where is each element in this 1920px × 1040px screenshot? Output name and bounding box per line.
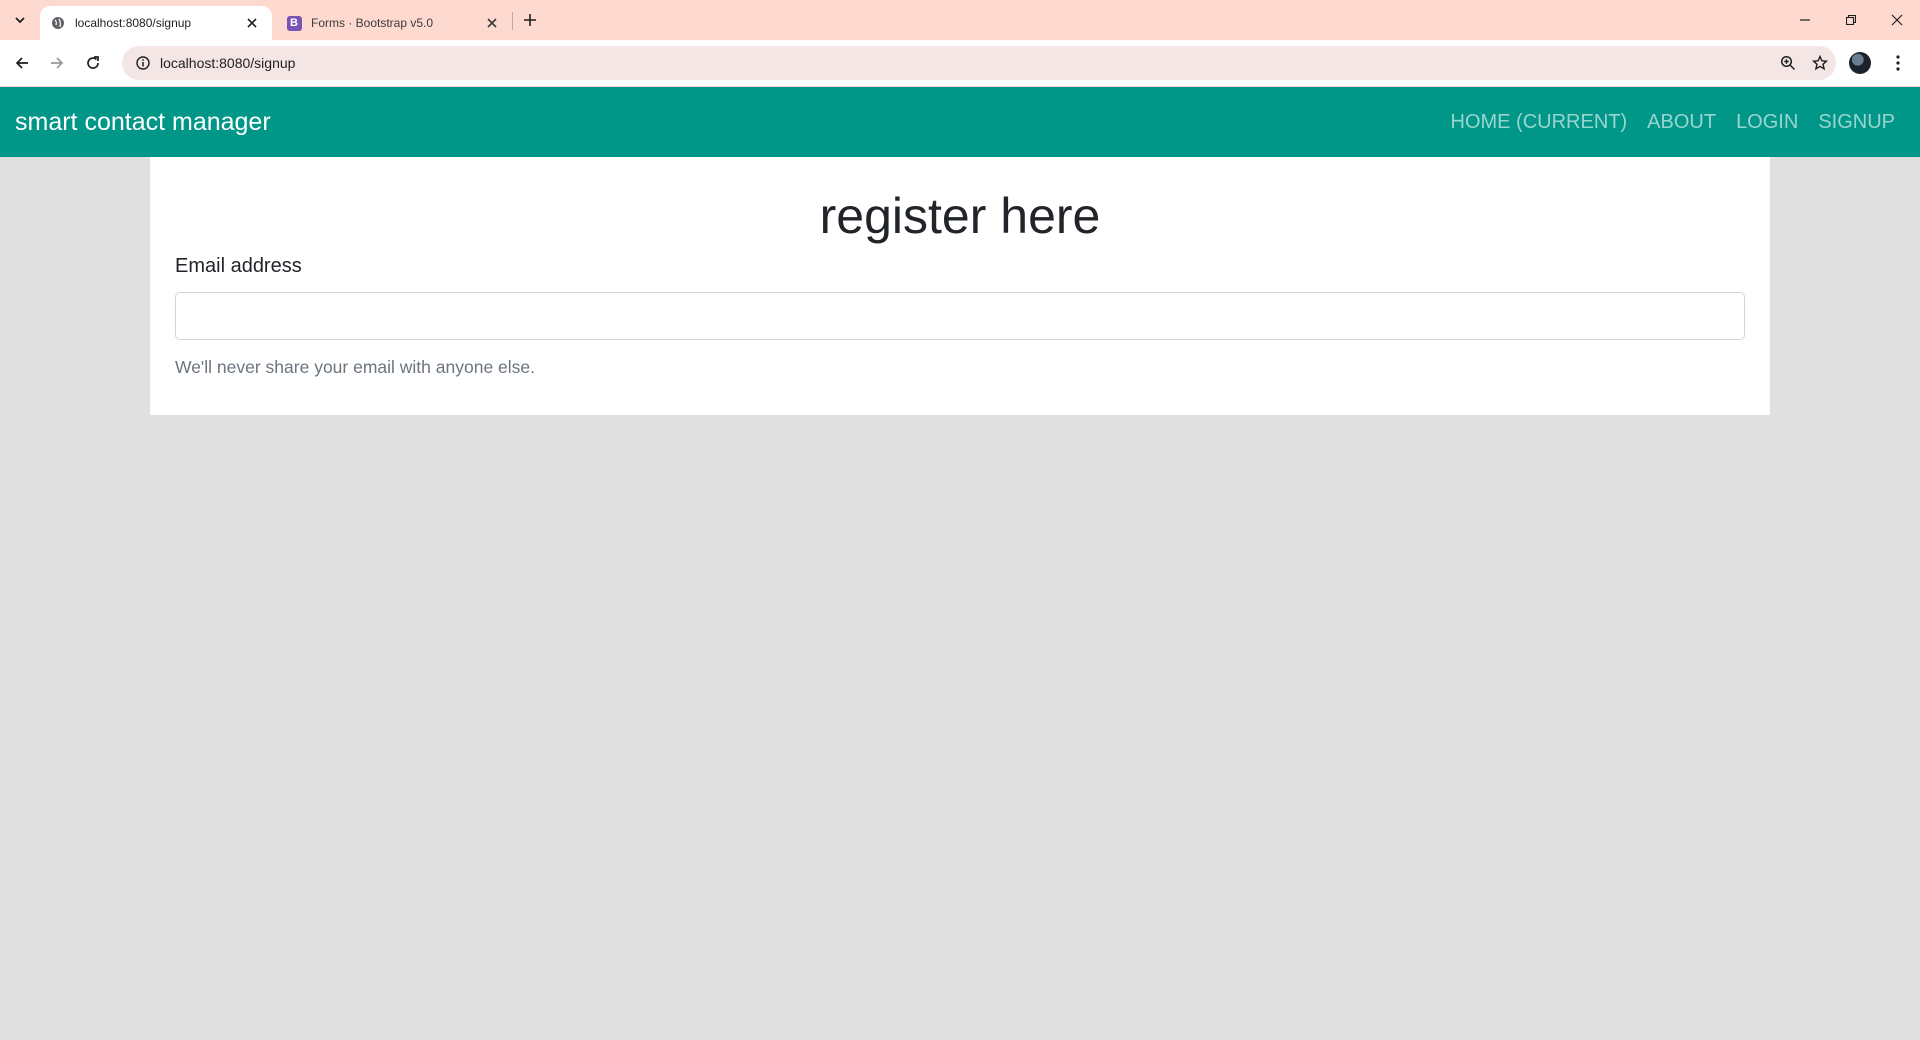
- nav-link-home[interactable]: Home (current): [1451, 111, 1628, 134]
- minimize-icon: [1800, 19, 1810, 21]
- page-title: register here: [819, 188, 1101, 244]
- address-bar[interactable]: localhost:8080/signup: [122, 46, 1836, 80]
- new-tab-button[interactable]: [520, 9, 540, 31]
- nav-link-about[interactable]: About: [1647, 111, 1716, 134]
- tab-title: Forms · Bootstrap v5.0: [311, 16, 434, 30]
- browser-menu-button[interactable]: [1886, 50, 1910, 76]
- window-controls: [1782, 0, 1920, 40]
- close-tab-icon[interactable]: [242, 13, 262, 33]
- back-button[interactable]: [9, 50, 35, 76]
- star-icon: [1812, 55, 1828, 71]
- address-bar-url: localhost:8080/signup: [160, 55, 296, 71]
- arrow-right-icon: [51, 57, 64, 69]
- bookmark-button[interactable]: [1804, 46, 1836, 80]
- close-tab-icon[interactable]: [482, 13, 502, 33]
- tab-title: localhost:8080/signup: [75, 16, 192, 30]
- forward-button[interactable]: [44, 50, 70, 76]
- nav-link-signup[interactable]: Signup: [1818, 111, 1895, 134]
- minimize-button[interactable]: [1782, 0, 1828, 40]
- app-navbar: smart contact manager Home (current) Abo…: [0, 87, 1920, 157]
- restore-button[interactable]: [1828, 0, 1874, 40]
- reload-button[interactable]: [80, 50, 106, 76]
- nav-link-login[interactable]: Login: [1736, 111, 1798, 134]
- more-vertical-icon: [1896, 55, 1900, 71]
- signup-card: register here Email address We'll never …: [150, 157, 1770, 415]
- brand-link[interactable]: smart contact manager: [15, 87, 271, 157]
- page-body: smart contact manager Home (current) Abo…: [0, 87, 1920, 1040]
- profile-avatar[interactable]: [1849, 52, 1871, 74]
- tab-divider: [512, 12, 513, 30]
- close-icon: [1891, 14, 1903, 26]
- plus-icon: [524, 14, 536, 26]
- email-label: Email address: [175, 255, 302, 277]
- browser-toolbar: localhost:8080/signup: [0, 40, 1920, 87]
- tab-search-button[interactable]: [8, 9, 32, 31]
- zoom-button[interactable]: [1772, 46, 1804, 80]
- tab-bootstrap-forms[interactable]: B Forms · Bootstrap v5.0: [280, 6, 512, 40]
- zoom-icon: [1780, 55, 1796, 71]
- restore-icon: [1846, 15, 1856, 25]
- tab-signup[interactable]: localhost:8080/signup: [40, 6, 272, 40]
- globe-icon: [50, 15, 66, 31]
- email-help-text: We'll never share your email with anyone…: [175, 357, 535, 377]
- nav-links: Home (current) About Login Signup: [1431, 87, 1896, 157]
- close-window-button[interactable]: [1874, 0, 1920, 40]
- arrow-left-icon: [15, 57, 28, 69]
- browser-tabstrip: localhost:8080/signup B Forms · Bootstra…: [0, 0, 1920, 40]
- reload-icon: [87, 56, 99, 69]
- email-field[interactable]: [175, 292, 1745, 340]
- site-info-icon[interactable]: [126, 46, 160, 80]
- bootstrap-icon: B: [286, 15, 302, 31]
- chevron-down-icon: [15, 17, 25, 24]
